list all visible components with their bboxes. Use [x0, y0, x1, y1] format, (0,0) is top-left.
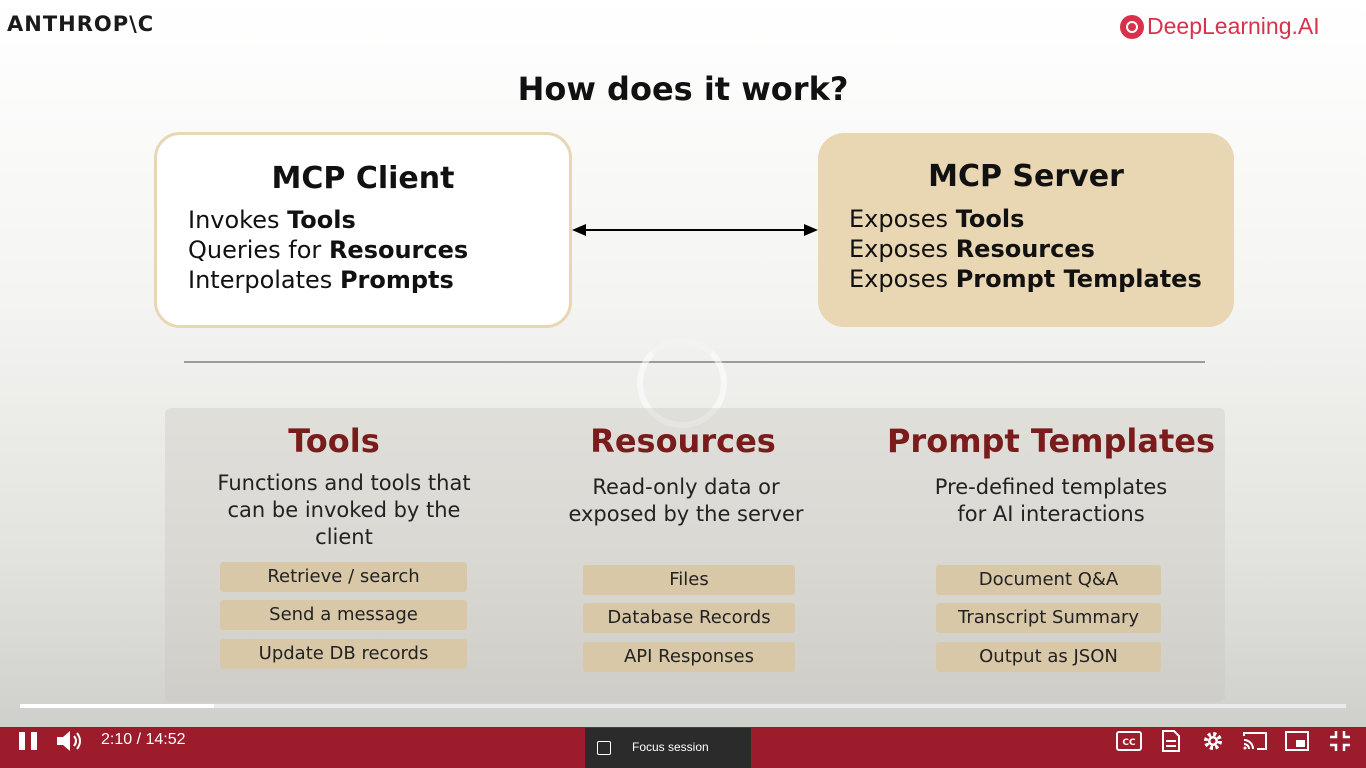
tools-desc-line: Functions and tools that: [217, 471, 471, 495]
tools-desc-line: can be invoked by the: [227, 498, 461, 522]
client-line-bold: Tools: [287, 206, 356, 234]
client-line-bold: Prompts: [339, 266, 454, 294]
pause-icon[interactable]: [17, 730, 39, 752]
server-line-bold: Tools: [955, 205, 1025, 233]
mcp-server-card: MCP Server Exposes Tools Exposes Resourc…: [818, 133, 1234, 327]
resources-item: API Responses: [583, 642, 795, 672]
cast-icon[interactable]: [1242, 730, 1268, 752]
focus-session-icon: [597, 741, 611, 755]
deeplearning-logo-text: DeepLearning.AI: [1147, 13, 1320, 39]
tools-item: Send a message: [220, 600, 467, 630]
svg-text:CC: CC: [1122, 738, 1136, 748]
prompt-templates-desc-line: for AI interactions: [957, 502, 1145, 526]
client-line-bold: Resources: [328, 236, 469, 264]
deeplearning-ai-logo: DeepLearning.AI: [1120, 13, 1320, 40]
slide-title: How does it work?: [517, 70, 849, 108]
focus-session-label: Focus session: [632, 740, 709, 754]
video-progress-played[interactable]: [20, 704, 214, 708]
mcp-client-card: MCP Client Invokes Tools Queries for Res…: [154, 132, 572, 328]
client-line-resources: Queries for Resources: [188, 236, 468, 264]
server-line-prefix: Exposes: [849, 235, 956, 263]
resources-item: Database Records: [583, 603, 795, 633]
tools-column-title: Tools: [288, 422, 380, 460]
resources-column-title: Resources: [590, 422, 776, 460]
tools-column-description: Functions and tools that can be invoked …: [184, 470, 504, 551]
server-line-bold: Resources: [955, 235, 1095, 263]
client-line-tools: Invokes Tools: [188, 206, 356, 234]
closed-captions-icon[interactable]: CC: [1116, 730, 1142, 752]
server-line-prefix: Exposes: [849, 205, 956, 233]
client-line-prefix: Queries for: [188, 236, 329, 264]
prompt-templates-item: Output as JSON: [936, 642, 1161, 672]
tools-item: Retrieve / search: [220, 562, 467, 592]
volume-icon[interactable]: [55, 729, 85, 753]
server-line-bold: Prompt Templates: [955, 265, 1202, 293]
server-line-resources: Exposes Resources: [849, 235, 1095, 263]
client-line-prefix: Interpolates: [188, 266, 340, 294]
resources-desc-line: exposed by the server: [568, 502, 804, 526]
prompt-templates-column-title: Prompt Templates: [886, 422, 1216, 460]
exit-fullscreen-icon[interactable]: [1328, 729, 1352, 753]
resources-column-description: Read-only data or exposed by the server: [526, 474, 846, 528]
server-line-tools: Exposes Tools: [849, 205, 1024, 233]
prompt-templates-column-description: Pre-defined templates for AI interaction…: [891, 474, 1211, 528]
server-line-prefix: Exposes: [849, 265, 956, 293]
mcp-client-title: MCP Client: [271, 161, 455, 196]
time-display: 2:10 / 14:52: [101, 731, 186, 748]
settings-gear-icon[interactable]: [1201, 729, 1225, 753]
tools-item: Update DB records: [220, 639, 467, 669]
transcript-icon[interactable]: [1160, 729, 1182, 753]
bidirectional-arrow: [572, 224, 818, 236]
video-progress-bar[interactable]: [20, 704, 1346, 708]
prompt-templates-item: Document Q&A: [936, 565, 1161, 595]
mcp-server-title: MCP Server: [928, 159, 1124, 194]
deeplearning-logo-icon: [1120, 14, 1144, 39]
client-line-prefix: Invokes: [188, 206, 288, 234]
tools-desc-line: client: [315, 525, 373, 549]
resources-desc-line: Read-only data or: [592, 475, 780, 499]
miniplayer-icon[interactable]: [1285, 730, 1309, 752]
server-line-prompt-templates: Exposes Prompt Templates: [849, 265, 1202, 293]
prompt-templates-item: Transcript Summary: [936, 603, 1161, 633]
resources-item: Files: [583, 565, 795, 595]
anthropic-logo: ANTHROP\C: [7, 12, 155, 36]
client-line-prompts: Interpolates Prompts: [188, 266, 454, 294]
prompt-templates-desc-line: Pre-defined templates: [934, 475, 1168, 499]
focus-session-button[interactable]: Focus session: [585, 728, 751, 768]
